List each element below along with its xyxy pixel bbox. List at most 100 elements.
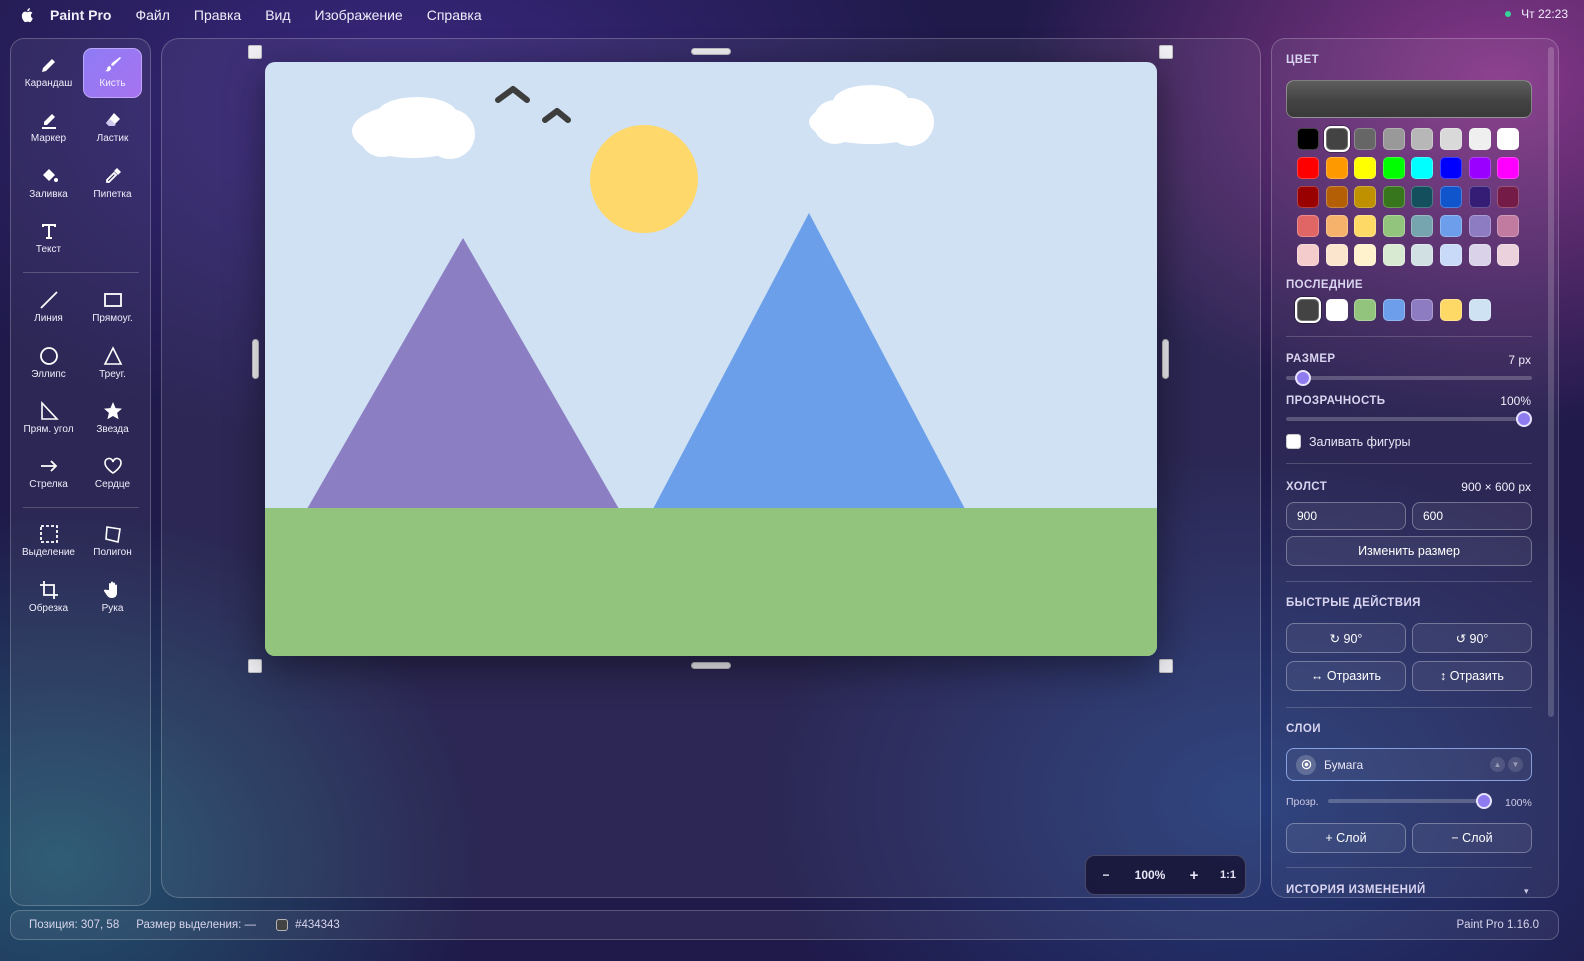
- canvas-height-input[interactable]: 600: [1412, 502, 1532, 530]
- flip-horizontal-button[interactable]: ↔ Отразить: [1286, 661, 1406, 691]
- resize-handle-bottom-left[interactable]: [248, 659, 262, 673]
- size-slider-thumb[interactable]: [1295, 370, 1312, 386]
- tool-text[interactable]: Текст: [19, 214, 78, 264]
- tool-line[interactable]: Линия: [19, 283, 78, 333]
- palette-swatch[interactable]: [1497, 128, 1520, 150]
- drawing-canvas[interactable]: [265, 62, 1157, 656]
- add-layer-button[interactable]: + Слой: [1286, 823, 1406, 853]
- menu-file[interactable]: Файл: [135, 7, 169, 23]
- palette-swatch[interactable]: [1354, 186, 1377, 208]
- palette-swatch[interactable]: [1468, 186, 1491, 208]
- tool-star[interactable]: Звезда: [83, 394, 142, 444]
- panel-scrollbar[interactable]: [1548, 47, 1554, 717]
- palette-swatch[interactable]: [1354, 157, 1377, 179]
- apple-icon[interactable]: [20, 6, 36, 24]
- tool-marker[interactable]: Маркер: [19, 103, 78, 153]
- resize-handle-top-left[interactable]: [248, 45, 262, 59]
- resize-handle-left[interactable]: [252, 339, 259, 379]
- palette-swatch[interactable]: [1468, 128, 1491, 150]
- palette-swatch[interactable]: [1354, 244, 1377, 266]
- recent-color-swatch[interactable]: [1354, 299, 1377, 321]
- palette-swatch[interactable]: [1497, 157, 1520, 179]
- palette-swatch[interactable]: [1382, 128, 1405, 150]
- palette-swatch[interactable]: [1297, 244, 1319, 266]
- palette-swatch[interactable]: [1411, 244, 1434, 266]
- tool-rectangle[interactable]: Прямоуг.: [83, 283, 142, 333]
- resize-handle-bottom[interactable]: [691, 662, 731, 669]
- opacity-slider-track[interactable]: [1286, 417, 1532, 421]
- tool-right-triangle[interactable]: Прям. угол: [19, 394, 78, 444]
- tool-selection[interactable]: Выделение: [19, 517, 78, 567]
- history-title[interactable]: ИСТОРИЯ ИЗМЕНЕНИЙ: [1286, 884, 1426, 896]
- menu-edit[interactable]: Правка: [194, 7, 241, 23]
- palette-swatch[interactable]: [1440, 244, 1462, 266]
- palette-swatch[interactable]: [1411, 128, 1434, 150]
- layer-up-icon[interactable]: ▲: [1490, 757, 1505, 772]
- palette-swatch[interactable]: [1297, 157, 1319, 179]
- palette-swatch[interactable]: [1354, 215, 1377, 237]
- tool-polygon[interactable]: Полигон: [83, 517, 142, 567]
- palette-swatch[interactable]: [1440, 157, 1462, 179]
- recent-color-swatch[interactable]: [1297, 299, 1319, 321]
- remove-layer-button[interactable]: − Слой: [1412, 823, 1532, 853]
- zoom-out-button[interactable]: −: [1086, 868, 1126, 882]
- size-slider-track[interactable]: [1286, 376, 1532, 380]
- tool-eraser[interactable]: Ластик: [83, 103, 142, 153]
- layer-item[interactable]: Бумага ▲ ▼: [1286, 748, 1532, 781]
- tool-hand[interactable]: Рука: [83, 573, 142, 623]
- palette-swatch[interactable]: [1411, 157, 1434, 179]
- tool-eyedropper[interactable]: Пипетка: [83, 159, 142, 209]
- palette-swatch[interactable]: [1468, 157, 1491, 179]
- menu-view[interactable]: Вид: [265, 7, 290, 23]
- tool-heart[interactable]: Сердце: [83, 449, 142, 499]
- tool-ellipse[interactable]: Эллипс: [19, 339, 78, 389]
- flip-vertical-button[interactable]: ↕ Отразить: [1412, 661, 1532, 691]
- palette-swatch[interactable]: [1325, 128, 1348, 150]
- palette-swatch[interactable]: [1382, 215, 1405, 237]
- recent-color-swatch[interactable]: [1440, 299, 1462, 321]
- resize-handle-top[interactable]: [691, 48, 731, 55]
- tool-fill[interactable]: Заливка: [19, 159, 78, 209]
- palette-swatch[interactable]: [1325, 244, 1348, 266]
- eye-icon[interactable]: [1296, 754, 1316, 775]
- resize-handle-bottom-right[interactable]: [1159, 659, 1173, 673]
- rotate-cw-button[interactable]: ↻ 90°: [1286, 623, 1406, 653]
- menu-image[interactable]: Изображение: [315, 7, 403, 23]
- recent-color-swatch[interactable]: [1468, 299, 1491, 321]
- tool-brush[interactable]: Кисть: [83, 48, 142, 98]
- tool-arrow[interactable]: Стрелка: [19, 449, 78, 499]
- resize-canvas-button[interactable]: Изменить размер: [1286, 536, 1532, 566]
- palette-swatch[interactable]: [1382, 157, 1405, 179]
- palette-swatch[interactable]: [1440, 128, 1462, 150]
- resize-handle-top-right[interactable]: [1159, 45, 1173, 59]
- palette-swatch[interactable]: [1325, 157, 1348, 179]
- layer-down-icon[interactable]: ▼: [1508, 757, 1523, 772]
- opacity-slider-thumb[interactable]: [1516, 411, 1532, 427]
- chevron-down-icon[interactable]: ▾: [1524, 886, 1529, 897]
- tool-crop[interactable]: Обрезка: [19, 573, 78, 623]
- resize-handle-right[interactable]: [1162, 339, 1169, 379]
- rotate-ccw-button[interactable]: ↺ 90°: [1412, 623, 1532, 653]
- palette-swatch[interactable]: [1382, 244, 1405, 266]
- palette-swatch[interactable]: [1297, 128, 1319, 150]
- palette-swatch[interactable]: [1297, 186, 1319, 208]
- menu-help[interactable]: Справка: [427, 7, 482, 23]
- palette-swatch[interactable]: [1297, 215, 1319, 237]
- palette-swatch[interactable]: [1468, 215, 1491, 237]
- palette-swatch[interactable]: [1411, 215, 1434, 237]
- palette-swatch[interactable]: [1497, 186, 1520, 208]
- zoom-reset-button[interactable]: 1:1: [1214, 869, 1242, 881]
- palette-swatch[interactable]: [1497, 244, 1520, 266]
- tool-triangle[interactable]: Треуг.: [83, 339, 142, 389]
- current-color-preview[interactable]: [1286, 80, 1532, 118]
- canvas-width-input[interactable]: 900: [1286, 502, 1406, 530]
- palette-swatch[interactable]: [1325, 215, 1348, 237]
- fill-shapes-checkbox[interactable]: [1286, 434, 1301, 449]
- palette-swatch[interactable]: [1497, 215, 1520, 237]
- app-name[interactable]: Paint Pro: [50, 7, 111, 23]
- layer-opacity-track[interactable]: [1328, 799, 1484, 803]
- palette-swatch[interactable]: [1354, 128, 1377, 150]
- palette-swatch[interactable]: [1440, 215, 1462, 237]
- palette-swatch[interactable]: [1325, 186, 1348, 208]
- layer-opacity-thumb[interactable]: [1476, 793, 1492, 809]
